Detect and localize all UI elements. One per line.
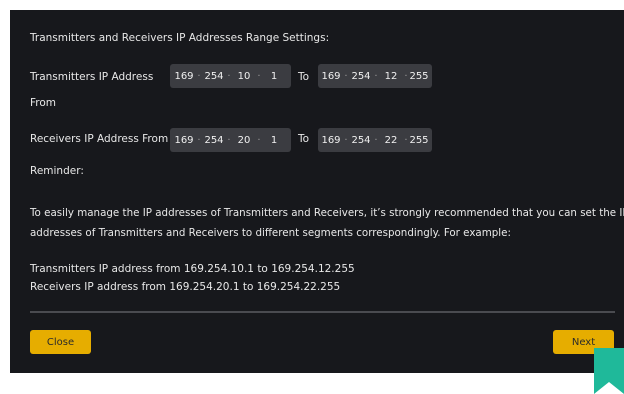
ip-octet-1[interactable]: 169	[320, 135, 342, 146]
transmitters-label-line2: From	[30, 97, 57, 109]
bookmark-icon[interactable]	[594, 348, 624, 394]
transmitters-to-ip-field[interactable]: 169 · 254 · 12 · 255	[318, 64, 432, 88]
ip-octet-3[interactable]: 20	[233, 135, 255, 146]
reminder-text-line2: addresses of Transmitters and Receivers …	[30, 227, 511, 239]
ip-range-settings-dialog: Transmitters and Receivers IP Addresses …	[10, 10, 624, 373]
reminder-heading: Reminder:	[30, 165, 84, 177]
divider	[30, 311, 615, 313]
transmitters-to-label: To	[298, 71, 310, 83]
receivers-to-ip-field[interactable]: 169 · 254 · 22 · 255	[318, 128, 432, 152]
reminder-text-line1: To easily manage the IP addresses of Tra…	[30, 207, 624, 219]
receivers-to-label: To	[298, 133, 310, 145]
ip-octet-1[interactable]: 169	[320, 71, 342, 82]
ip-octet-2[interactable]: 254	[203, 135, 225, 146]
reminder-example-receivers: Receivers IP address from 169.254.20.1 t…	[30, 281, 341, 293]
close-button[interactable]: Close	[30, 330, 91, 354]
reminder-example-transmitters: Transmitters IP address from 169.254.10.…	[30, 263, 355, 275]
ip-octet-1[interactable]: 169	[173, 135, 195, 146]
ip-octet-3[interactable]: 22	[380, 135, 402, 146]
ip-octet-2[interactable]: 254	[350, 135, 372, 146]
ip-octet-2[interactable]: 254	[350, 71, 372, 82]
ip-octet-4[interactable]: 255	[408, 71, 430, 82]
ip-octet-4[interactable]: 1	[263, 71, 285, 82]
transmitters-from-ip-field[interactable]: 169 · 254 · 10 · 1	[170, 64, 291, 88]
ip-octet-3[interactable]: 10	[233, 71, 255, 82]
ip-octet-2[interactable]: 254	[203, 71, 225, 82]
receivers-label: Receivers IP Address From	[30, 133, 169, 145]
receivers-from-ip-field[interactable]: 169 · 254 · 20 · 1	[170, 128, 291, 152]
ip-octet-3[interactable]: 12	[380, 71, 402, 82]
dialog-title: Transmitters and Receivers IP Addresses …	[30, 32, 330, 44]
ip-octet-4[interactable]: 255	[408, 135, 430, 146]
ip-octet-1[interactable]: 169	[173, 71, 195, 82]
transmitters-label-line1: Transmitters IP Address	[30, 71, 154, 83]
ip-octet-4[interactable]: 1	[263, 135, 285, 146]
